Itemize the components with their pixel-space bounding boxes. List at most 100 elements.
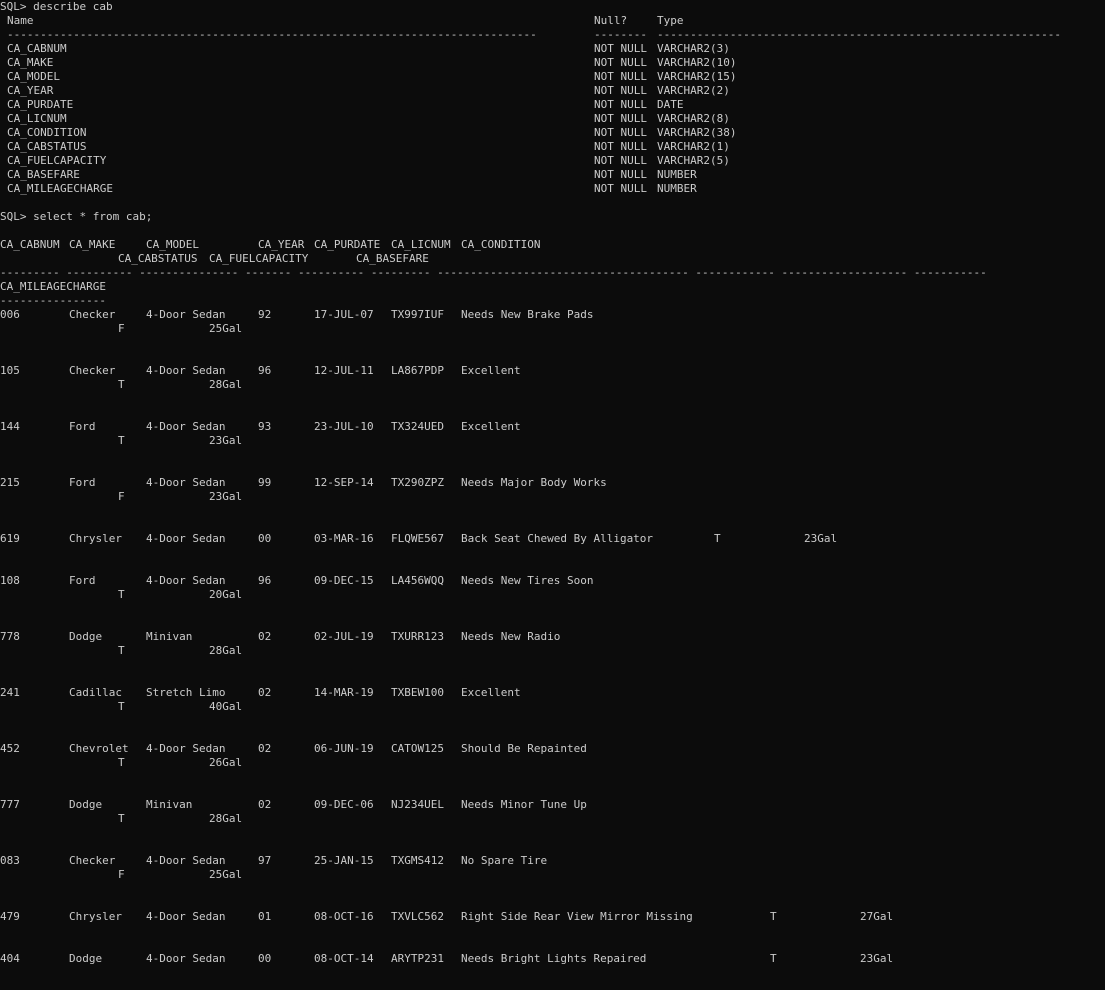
describe-data-type: DATE	[657, 98, 684, 111]
cell-model: 4-Door Sedan	[146, 742, 226, 755]
cell-cabnum: 241	[0, 686, 20, 699]
describe-column-name: CA_MILEAGECHARGE	[7, 182, 113, 195]
describe-null-constraint: NOT NULL	[594, 70, 647, 83]
describe-data-type: NUMBER	[657, 182, 697, 195]
cell-purdate: 06-JUN-19	[314, 742, 374, 755]
prompt-select-line: SQL> select * from cab;	[0, 210, 153, 223]
cell-year: 92	[258, 308, 272, 321]
cell-year: 02	[258, 686, 272, 699]
cell-model: 4-Door Sedan	[146, 476, 226, 489]
cell-condition: No Spare Tire	[461, 854, 548, 867]
describe-column-name: CA_MODEL	[7, 70, 60, 83]
cell-cabstatus: T	[118, 588, 125, 601]
cell-licnum: TX290ZPZ	[391, 476, 444, 489]
cell-purdate: 09-DEC-06	[314, 798, 374, 811]
cell-condition: Needs Major Body Works	[461, 476, 607, 489]
col-header-purdate: CA_PURDATE	[314, 238, 381, 251]
describe-null-constraint: NOT NULL	[594, 42, 647, 55]
cell-purdate: 08-OCT-14	[314, 952, 374, 965]
describe-column-name: CA_YEAR	[7, 84, 54, 97]
cell-cabstatus: T	[118, 756, 125, 769]
describe-separator-null: --------	[594, 28, 647, 41]
col-header-fuelcapacity: CA_FUELCAPACITY	[209, 252, 309, 265]
cell-make: Dodge	[69, 630, 103, 643]
describe-header-null: Null?	[594, 14, 628, 27]
cell-cabnum: 108	[0, 574, 20, 587]
cell-fuelcapacity: 28Gal	[209, 378, 243, 391]
col-header-cabnum: CA_CABNUM	[0, 238, 60, 251]
cell-condition: Excellent	[461, 686, 521, 699]
cell-model: 4-Door Sedan	[146, 308, 226, 321]
cell-year: 02	[258, 742, 272, 755]
cell-licnum: TXVLC562	[391, 910, 444, 923]
describe-null-constraint: NOT NULL	[594, 56, 647, 69]
cell-purdate: 12-SEP-14	[314, 476, 374, 489]
cell-purdate: 25-JAN-15	[314, 854, 374, 867]
describe-column-name: CA_FUELCAPACITY	[7, 154, 107, 167]
cell-model: Minivan	[146, 630, 193, 643]
cell-purdate: 09-DEC-15	[314, 574, 374, 587]
cell-cabnum: 404	[0, 952, 20, 965]
cell-condition: Needs New Radio	[461, 630, 561, 643]
cell-fuelcapacity: 40Gal	[209, 700, 243, 713]
col-header-make: CA_MAKE	[69, 238, 116, 251]
describe-data-type: VARCHAR2(8)	[657, 112, 730, 125]
cell-year: 96	[258, 574, 272, 587]
describe-data-type: VARCHAR2(3)	[657, 42, 730, 55]
cell-model: 4-Door Sedan	[146, 952, 226, 965]
describe-column-name: CA_BASEFARE	[7, 168, 80, 181]
cell-fuelcapacity: 20Gal	[209, 588, 243, 601]
cell-cabnum: 006	[0, 308, 20, 321]
cell-condition: Excellent	[461, 364, 521, 377]
cell-cabnum: 777	[0, 798, 20, 811]
cell-fuelcapacity: 27Gal	[860, 910, 894, 923]
describe-data-type: VARCHAR2(10)	[657, 56, 737, 69]
prompt-describe-line: SQL> describe cab	[0, 0, 113, 13]
describe-null-constraint: NOT NULL	[594, 154, 647, 167]
cell-model: 4-Door Sedan	[146, 854, 226, 867]
cell-cabnum: 105	[0, 364, 20, 377]
cell-cabstatus: T	[118, 378, 125, 391]
cell-year: 00	[258, 952, 272, 965]
cell-licnum: CATOW125	[391, 742, 444, 755]
describe-header-name: Name	[7, 14, 34, 27]
cell-cabstatus: T	[714, 532, 721, 545]
cell-condition: Needs New Brake Pads	[461, 308, 594, 321]
col-header-basefare: CA_BASEFARE	[356, 252, 429, 265]
describe-null-constraint: NOT NULL	[594, 84, 647, 97]
cell-model: 4-Door Sedan	[146, 420, 226, 433]
cell-condition: Excellent	[461, 420, 521, 433]
cell-year: 02	[258, 630, 272, 643]
describe-column-name: CA_CABNUM	[7, 42, 67, 55]
cell-model: Minivan	[146, 798, 193, 811]
cell-cabstatus: T	[118, 700, 125, 713]
cell-purdate: 03-MAR-16	[314, 532, 374, 545]
col-header-model: CA_MODEL	[146, 238, 199, 251]
select-header-separator2: ----------------	[0, 294, 106, 307]
cell-cabstatus: T	[770, 952, 777, 965]
cell-condition: Needs New Tires Soon	[461, 574, 594, 587]
terminal-console[interactable]: SQL> describe cab Name Null? Type ------…	[0, 0, 1105, 990]
cell-year: 02	[258, 798, 272, 811]
describe-header-type: Type	[657, 14, 684, 27]
cell-fuelcapacity: 28Gal	[209, 644, 243, 657]
cell-purdate: 08-OCT-16	[314, 910, 374, 923]
describe-null-constraint: NOT NULL	[594, 168, 647, 181]
cell-licnum: TX997IUF	[391, 308, 444, 321]
describe-column-name: CA_PURDATE	[7, 98, 74, 111]
cell-fuelcapacity: 23Gal	[209, 490, 243, 503]
cell-fuelcapacity: 25Gal	[209, 322, 243, 335]
cell-make: Ford	[69, 476, 96, 489]
col-header-year: CA_YEAR	[258, 238, 305, 251]
cell-model: 4-Door Sedan	[146, 574, 226, 587]
cell-make: Chrysler	[69, 910, 122, 923]
cell-make: Ford	[69, 420, 96, 433]
describe-column-name: CA_CONDITION	[7, 126, 87, 139]
describe-column-name: CA_CABSTATUS	[7, 140, 87, 153]
cell-licnum: FLQWE567	[391, 532, 444, 545]
cell-cabstatus: T	[118, 812, 125, 825]
cell-fuelcapacity: 28Gal	[209, 812, 243, 825]
cell-fuelcapacity: 23Gal	[804, 532, 838, 545]
cell-cabnum: 215	[0, 476, 20, 489]
cell-cabstatus: T	[118, 434, 125, 447]
